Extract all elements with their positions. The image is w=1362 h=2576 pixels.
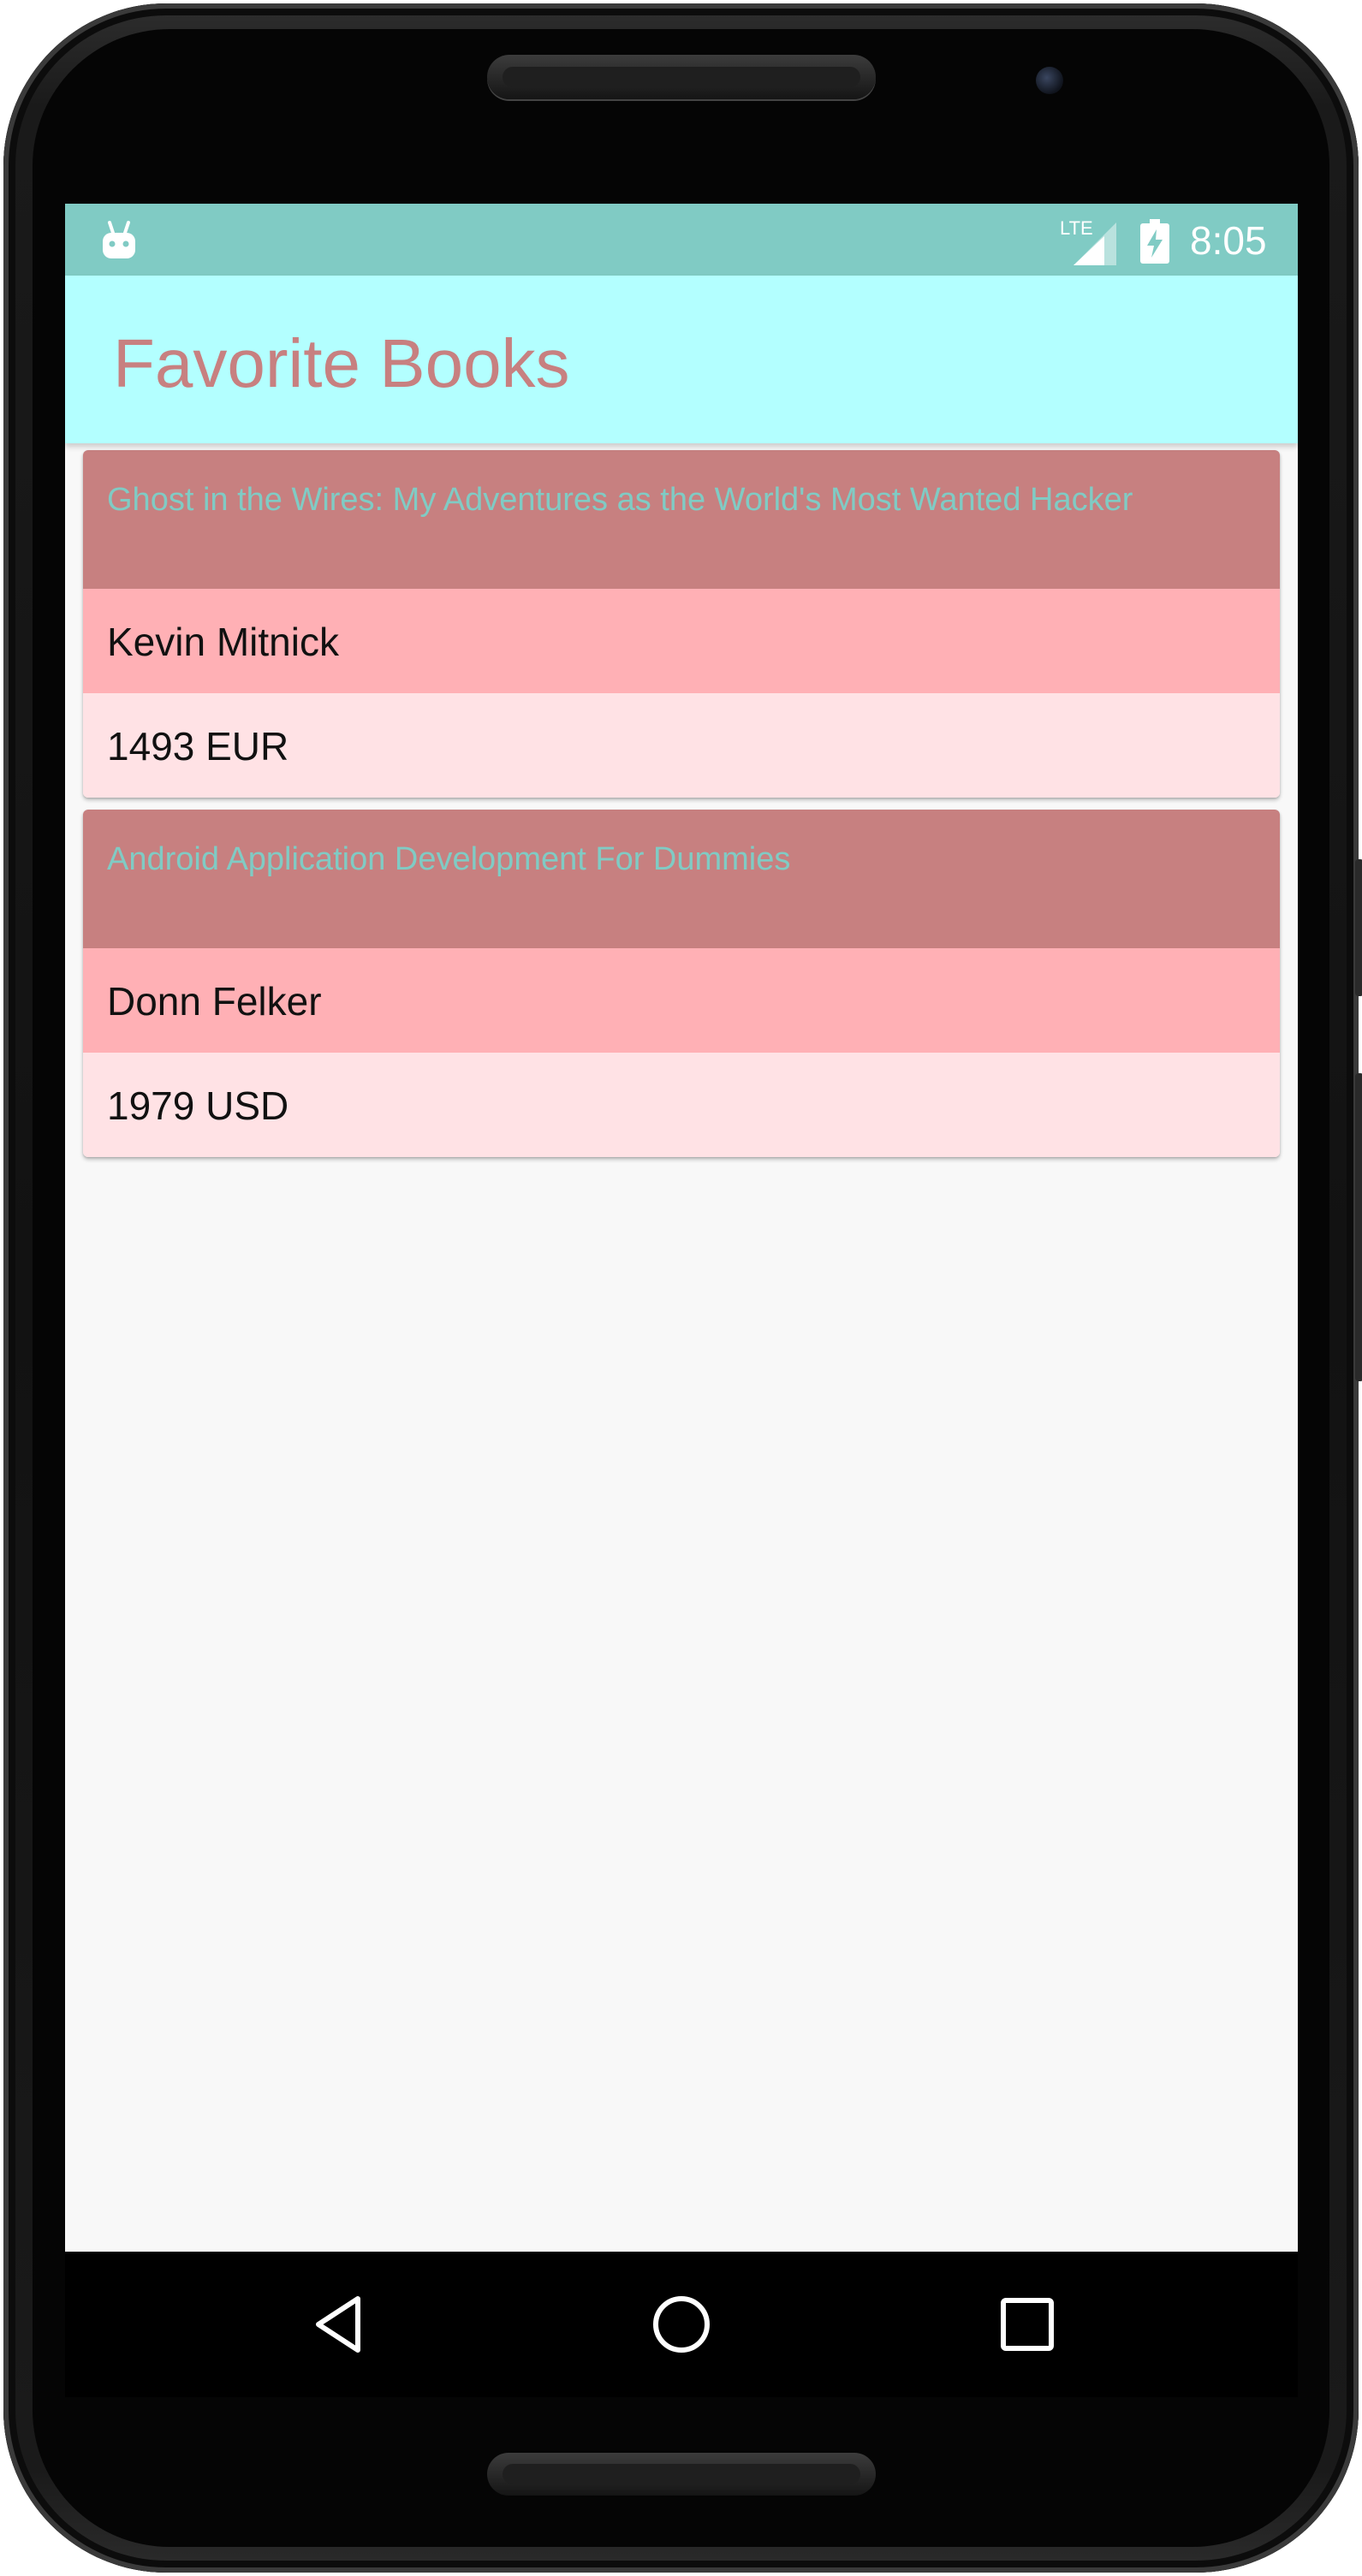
app-title: Favorite Books	[113, 325, 570, 401]
top-speaker	[487, 55, 876, 99]
front-camera	[1036, 67, 1063, 94]
book-author: Donn Felker	[83, 948, 1280, 1053]
android-debug-icon	[103, 221, 135, 258]
bottom-speaker	[487, 2453, 876, 2496]
book-list[interactable]: Ghost in the Wires: My Adventures as the…	[83, 450, 1280, 1169]
book-author: Kevin Mitnick	[83, 589, 1280, 693]
book-price: 1493 EUR	[83, 693, 1280, 798]
battery-charging-icon	[1140, 219, 1169, 264]
volume-button	[1355, 1073, 1362, 1381]
book-card[interactable]: Android Application Development For Dumm…	[83, 810, 1280, 1157]
device-screen: LTE 8:05 Favorite Books Ghost in the Wir…	[65, 204, 1298, 2252]
recents-icon[interactable]	[993, 2290, 1062, 2359]
status-time: 8:05	[1190, 218, 1267, 263]
app-bar: Favorite Books	[65, 276, 1298, 443]
lte-label: LTE	[1060, 217, 1093, 239]
home-icon[interactable]	[647, 2290, 716, 2359]
power-button	[1355, 859, 1362, 996]
status-bar: LTE 8:05	[65, 204, 1298, 276]
book-title: Android Application Development For Dumm…	[83, 810, 1280, 948]
back-icon[interactable]	[306, 2290, 375, 2359]
lte-signal-icon: LTE	[1060, 217, 1116, 265]
navigation-bar	[65, 2252, 1298, 2397]
book-title: Ghost in the Wires: My Adventures as the…	[83, 450, 1280, 589]
book-card[interactable]: Ghost in the Wires: My Adventures as the…	[83, 450, 1280, 798]
book-price: 1979 USD	[83, 1053, 1280, 1157]
